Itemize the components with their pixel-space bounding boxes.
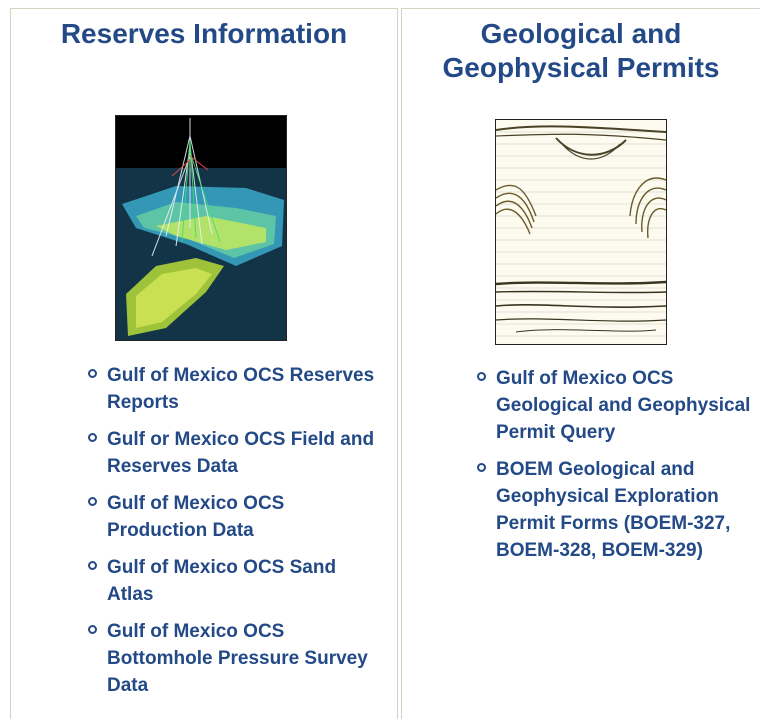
permits-links-list: Gulf of Mexico OCS Geological and Geophy… [476,365,760,574]
bullet-icon [88,433,97,442]
bottomhole-pressure-survey-link[interactable]: Gulf of Mexico OCS Bottomhole Pressure S… [107,621,368,696]
field-and-reserves-data-link[interactable]: Gulf or Mexico OCS Field and Reserves Da… [107,429,374,477]
seismic-section-graphic [496,120,666,344]
list-item: Gulf of Mexico OCS Production Data [87,490,387,544]
permit-forms-link[interactable]: BOEM Geological and Geophysical Explorat… [496,459,730,561]
geological-geophysical-permits-panel: Geological and Geophysical Permits Gulf … [401,8,760,719]
reserves-information-title: Reserves Information [60,18,348,49]
geological-geophysical-permits-title: Geological and Geophysical Permits [442,18,720,83]
list-item: BOEM Geological and Geophysical Explorat… [476,456,760,564]
list-item: Gulf of Mexico OCS Sand Atlas [87,554,387,608]
production-data-link[interactable]: Gulf of Mexico OCS Production Data [107,493,284,541]
bullet-icon [477,372,486,381]
sand-atlas-link[interactable]: Gulf of Mexico OCS Sand Atlas [107,557,336,605]
bullet-icon [88,625,97,634]
permit-query-link[interactable]: Gulf of Mexico OCS Geological and Geophy… [496,368,750,443]
reserves-links-list: Gulf of Mexico OCS Reserves Reports Gulf… [87,362,387,709]
list-item: Gulf of Mexico OCS Reserves Reports [87,362,387,416]
page: Reserves Information Gulf of Mexico OCS … [0,0,760,719]
reserves-reports-link[interactable]: Gulf of Mexico OCS Reserves Reports [107,365,374,413]
list-item: Gulf of Mexico OCS Bottomhole Pressure S… [87,618,387,699]
reservoir-model-image[interactable] [115,115,287,341]
bullet-icon [88,369,97,378]
bullet-icon [88,497,97,506]
list-item: Gulf of Mexico OCS Geological and Geophy… [476,365,760,446]
bullet-icon [477,463,486,472]
seismic-section-image[interactable] [495,119,667,345]
reservoir-model-graphic [116,116,286,340]
list-item: Gulf or Mexico OCS Field and Reserves Da… [87,426,387,480]
bullet-icon [88,561,97,570]
reserves-information-panel: Reserves Information Gulf of Mexico OCS … [10,8,398,719]
